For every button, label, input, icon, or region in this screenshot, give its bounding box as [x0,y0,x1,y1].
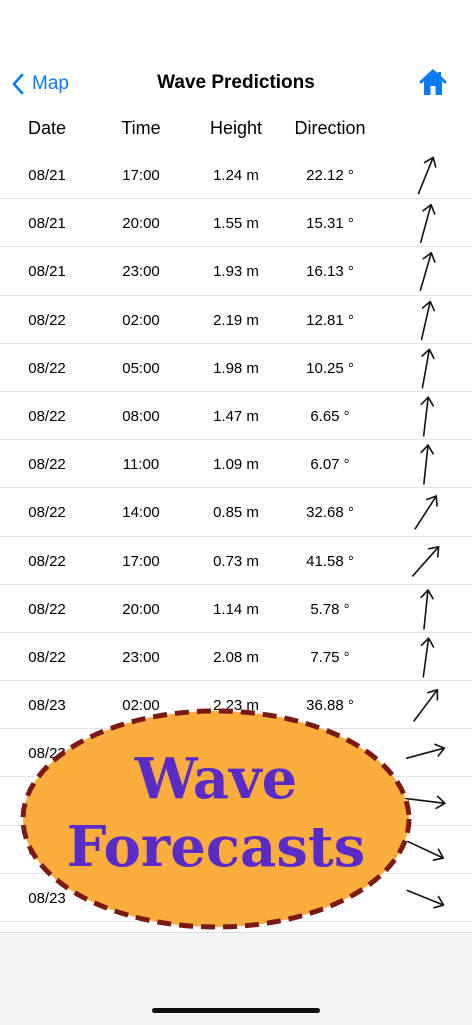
cell-direction: 5.78 ° [310,600,350,618]
table-row[interactable]: 08/22 02:00 2.19 m 12.81 ° [0,296,472,344]
cell-time: 23:00 [122,263,160,281]
cell-time: 17:00 [122,167,160,184]
table-row[interactable]: 08/22 20:00 1.14 m 5.78 ° [0,585,472,633]
cell-date: 08/22 [28,648,66,666]
table-row[interactable]: 08/22 08:00 1.47 m 6.65 ° [0,392,472,441]
table-row[interactable]: 08/22 05:00 1.98 m 10.25 ° [0,344,472,392]
badge-text: Wave Forecasts [18,745,414,881]
cell-direction: 10.25 ° [306,359,354,377]
cell-direction: 41.58 ° [306,552,354,570]
cell-direction: 32.68 ° [306,504,354,522]
direction-arrow-icon [420,588,434,630]
cell-height: 2.08 m [213,648,259,666]
cell-height: 2.19 m [213,311,259,329]
column-header-date: Date [27,118,67,138]
cell-height: 0.73 m [213,552,259,570]
direction-arrow-icon [421,348,435,389]
cell-time: 20:00 [122,600,160,618]
cell-date: 08/22 [28,552,66,570]
table-row[interactable]: 08/22 14:00 0.85 m 32.68 ° [0,488,472,537]
home-indicator[interactable] [152,1008,320,1013]
direction-arrow-icon [420,396,435,437]
direction-arrow-icon [419,204,436,244]
cell-height: 0.85 m [213,504,259,522]
cell-date: 08/21 [28,167,66,184]
cell-height: 1.09 m [213,456,259,474]
cell-height: 1.98 m [213,359,259,377]
cell-date: 08/21 [28,215,66,233]
cell-time: 17:00 [122,552,160,570]
cell-direction: 12.81 ° [306,311,354,329]
cell-date: 08/21 [28,263,66,281]
cell-direction: 15.31 ° [306,215,354,233]
direction-arrow-icon [420,637,435,678]
table-row[interactable]: 08/21 23:00 1.93 m 16.13 ° [0,247,472,296]
cell-date: 08/22 [28,359,66,377]
cell-direction: 7.75 ° [310,648,350,666]
table-row[interactable]: 08/22 17:00 0.73 m 41.58 ° [0,537,472,585]
cell-direction: 6.65 ° [310,407,350,425]
cell-time: 02:00 [122,311,160,329]
direction-arrow-icon [417,156,437,195]
direction-arrow-icon [414,495,438,530]
house-icon[interactable] [418,68,448,98]
cell-date: 08/22 [28,407,66,425]
cell-direction: 22.12 ° [306,167,354,184]
column-header-height: Height [209,118,263,138]
badge-line-2: Forecasts [66,814,366,880]
cell-height: 1.93 m [213,263,259,281]
table-row[interactable]: 08/22 11:00 1.09 m 6.07 ° [0,440,472,489]
cell-direction: 6.07 ° [310,456,350,474]
cell-time: 20:00 [122,215,160,233]
cell-height: 1.24 m [213,167,259,184]
cell-time: 05:00 [122,359,160,377]
table-row[interactable]: 08/21 20:00 1.55 m 15.31 ° [0,199,472,248]
cell-direction: 16.13 ° [306,263,354,281]
column-header-time: Time [121,118,161,138]
cell-time: 11:00 [122,456,160,474]
cell-time: 23:00 [122,648,160,666]
cell-date: 08/22 [28,504,66,522]
cell-date: 08/22 [28,600,66,618]
cell-time: 14:00 [122,504,160,522]
cell-date: 08/22 [28,456,66,474]
cell-height: 1.14 m [213,600,259,618]
direction-arrow-icon [419,252,436,292]
direction-arrow-icon [420,444,434,485]
cell-time: 08:00 [122,407,160,425]
column-header-direction: Direction [294,118,366,138]
cell-height: 1.47 m [213,407,259,425]
table-row[interactable]: 08/21 17:00 1.24 m 22.12 ° [0,151,472,200]
table-row[interactable]: 08/22 23:00 2.08 m 7.75 ° [0,633,472,682]
page-title: Wave Predictions [157,72,315,93]
cell-date: 08/22 [28,311,66,329]
table-header: Date Time Height Direction [0,116,472,144]
cell-height: 1.55 m [213,215,259,233]
direction-arrow-icon [411,545,440,577]
badge-line-1: Wave [134,746,298,812]
direction-arrow-icon [420,300,436,340]
navigation-bar: Map Wave Predictions [0,60,472,108]
